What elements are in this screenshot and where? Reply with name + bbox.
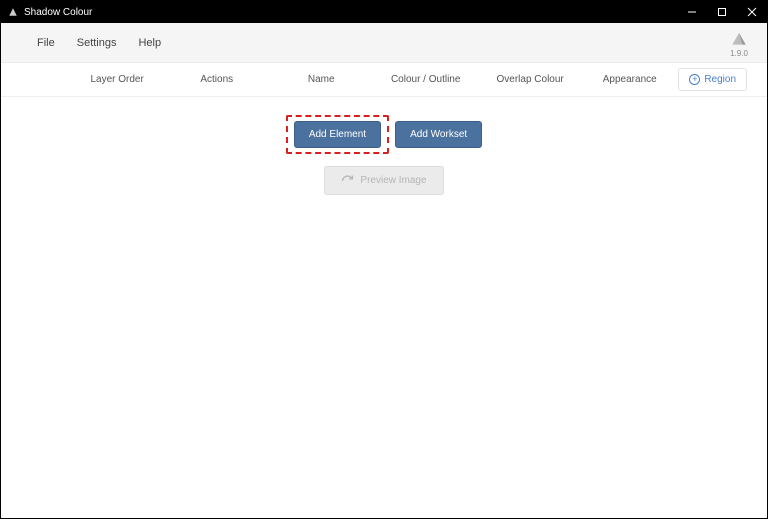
window-titlebar: Shadow Colour [1,1,767,23]
add-workset-button[interactable]: Add Workset [395,121,482,148]
minimize-button[interactable] [677,1,707,23]
menu-help[interactable]: Help [138,37,161,49]
column-header-row: Layer Order Actions Name Colour / Outlin… [1,63,767,97]
refresh-icon [341,174,354,187]
region-button[interactable]: + Region [678,68,747,91]
version-label: 1.9.0 [730,49,748,58]
logo-icon [729,28,749,48]
app-logo-box: 1.9.0 [729,28,749,58]
col-header-colour-outline: Colour / Outline [372,74,479,85]
plus-circle-icon: + [689,74,700,85]
window-title: Shadow Colour [24,7,92,18]
highlight-annotation: Add Element [286,115,389,154]
menu-file[interactable]: File [37,37,55,49]
window-controls [677,1,767,23]
col-header-layer-order: Layer Order [71,74,163,85]
col-header-overlap-colour: Overlap Colour [479,74,581,85]
col-header-appearance: Appearance [581,74,678,85]
add-element-button[interactable]: Add Element [294,121,381,148]
close-button[interactable] [737,1,767,23]
app-icon [7,6,19,18]
main-content: Add Element Add Workset Preview Image [1,97,767,213]
col-header-name: Name [270,74,372,85]
menu-settings[interactable]: Settings [77,37,117,49]
region-button-label: Region [704,74,736,85]
maximize-button[interactable] [707,1,737,23]
preview-image-button[interactable]: Preview Image [324,166,443,195]
preview-image-label: Preview Image [360,175,426,186]
menu-bar: File Settings Help 1.9.0 [1,23,767,63]
col-header-actions: Actions [163,74,270,85]
